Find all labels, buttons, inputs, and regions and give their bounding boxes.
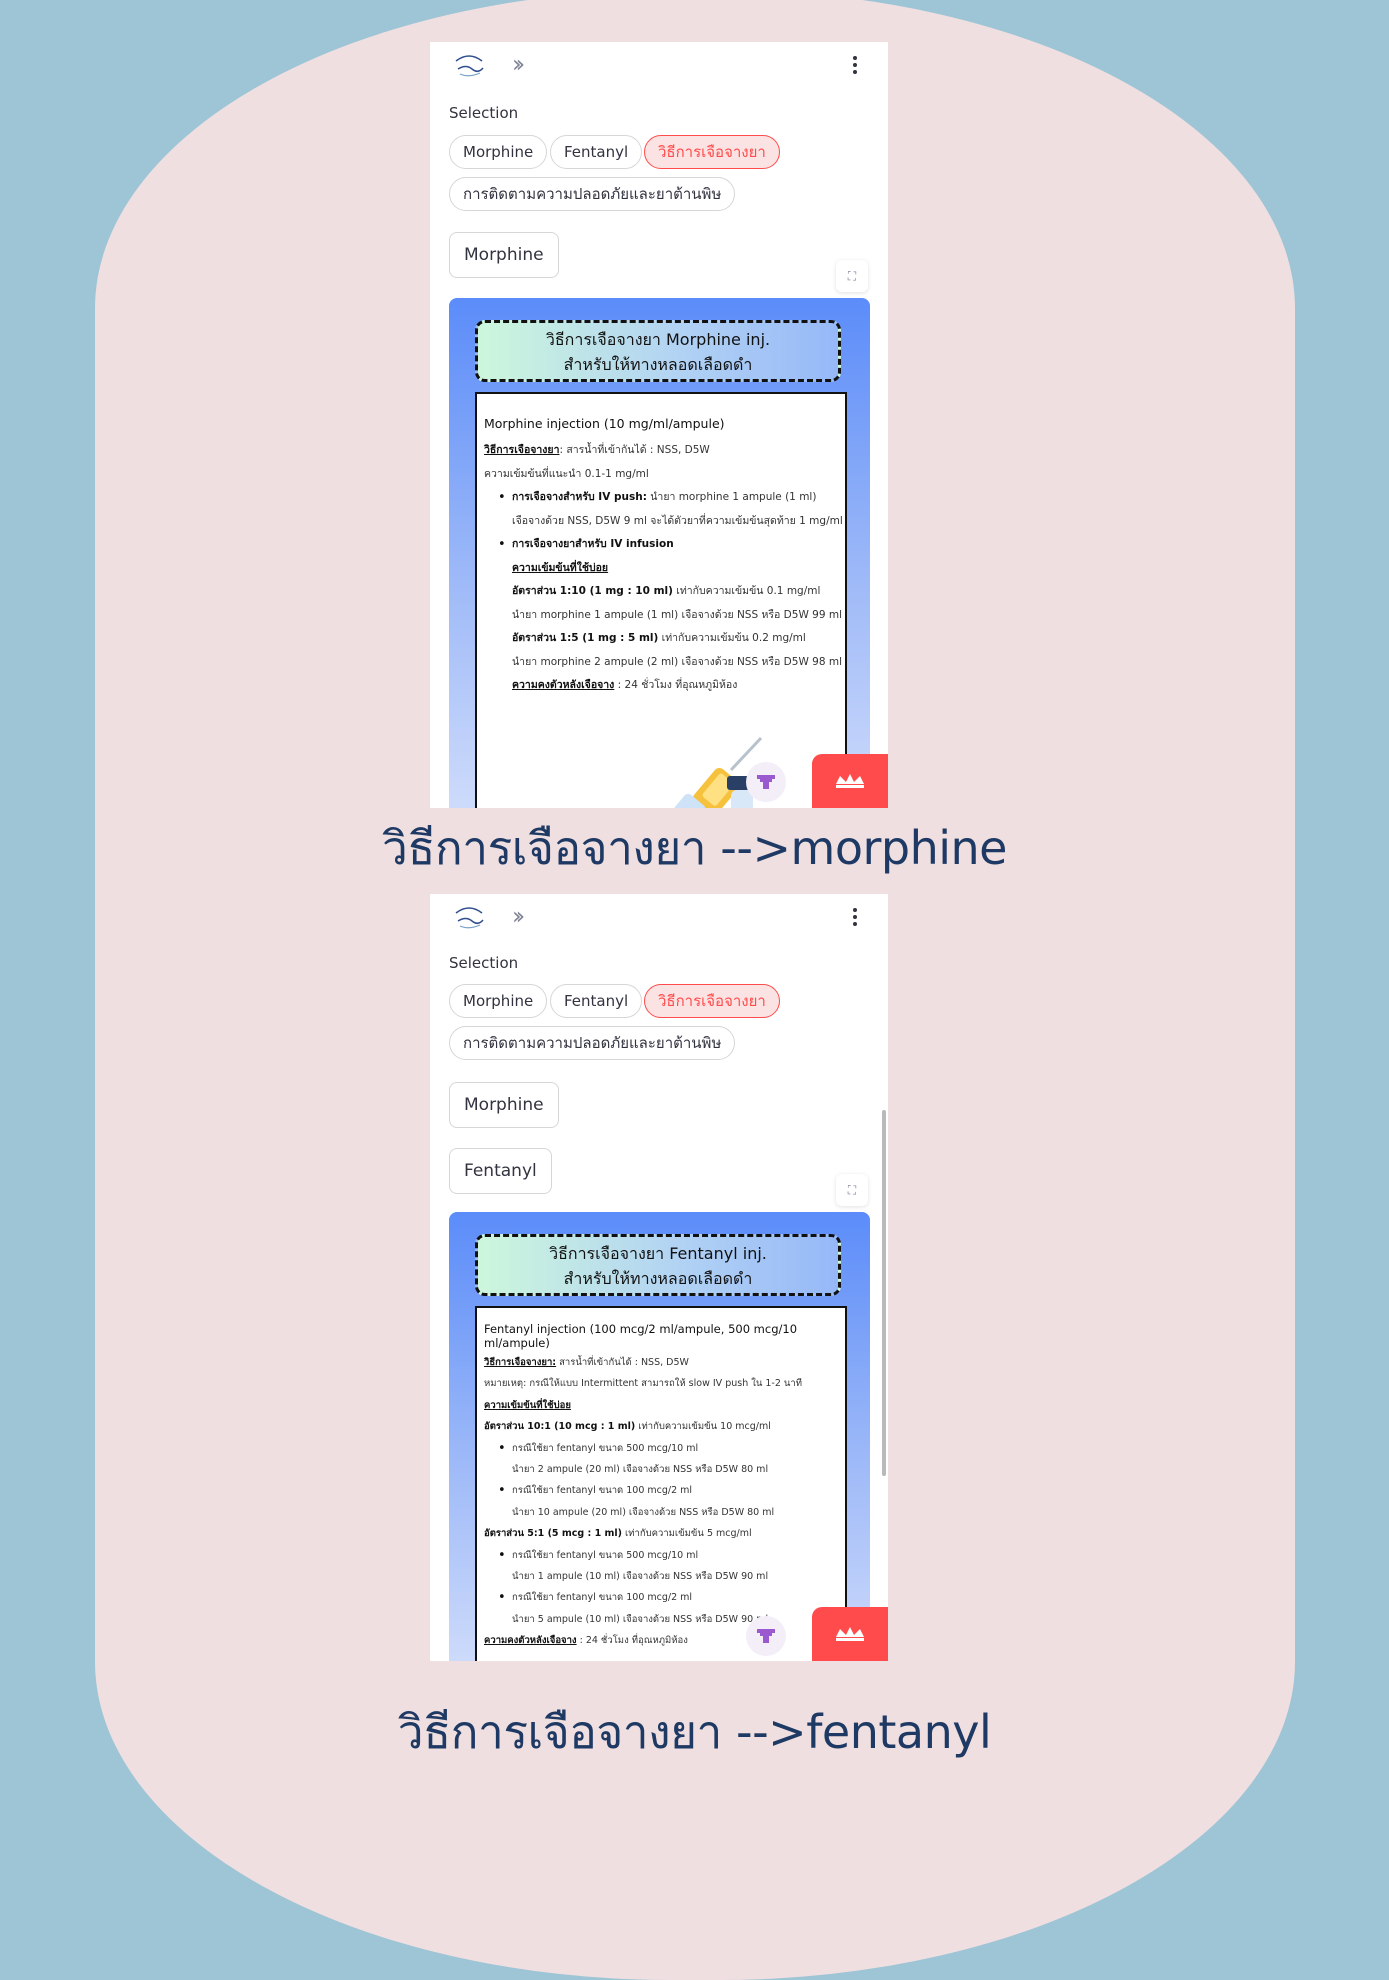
streamlit-fab-icon [757, 775, 775, 789]
ratio-2-line: อัตราส่วน 5:1 (5 mcg : 1 ml) เท่ากับความ… [484, 1528, 752, 1540]
ratio-1-line: อัตราส่วน 1:10 (1 mg : 10 ml) เท่ากับควา… [512, 585, 821, 597]
crown-icon [836, 1627, 864, 1641]
card-title: วิธีการเจือจางยา Fentanyl inj. สำหรับให้… [475, 1234, 841, 1296]
ratio-2-cont: นำยา morphine 2 ampule (2 ml) เจือจางด้ว… [512, 655, 843, 668]
card-body: Morphine injection (10 mg/ml/ampule) วิธ… [475, 392, 847, 808]
expand-sidebar-icon[interactable]: ›› [512, 904, 525, 928]
card-title-line1: วิธีการเจือจางยา Morphine inj. [545, 330, 771, 349]
streamlit-fab[interactable] [746, 762, 786, 802]
morphine-button[interactable]: Morphine [449, 1082, 559, 1128]
pill-safety-monitoring[interactable]: การติดตามความปลอดภัยและยาต้านพิษ [449, 1026, 736, 1060]
body-title: Fentanyl injection (100 mcg/2 ml/ampule,… [484, 1322, 798, 1350]
stability-line: ความคงตัวหลังเจือจาง : 24 ชั่วโมง ที่อุณ… [512, 679, 738, 691]
morphine-screenshot: ›› Selection Morphine Fentanyl วิธีการเจ… [430, 42, 888, 808]
caption-fentanyl: วิธีการเจือจางยา -->fentanyl [397, 1705, 992, 1759]
pill-fentanyl[interactable]: Fentanyl [550, 984, 643, 1018]
card-title-line1: วิธีการเจือจางยา Fentanyl inj. [549, 1244, 767, 1263]
iv-push-item: การเจือจางสำหรับ IV push: นำยา morphine … [484, 486, 838, 510]
ratio-1-item-2-cont: นำยา 10 ampule (20 ml) เจือจางด้วย NSS ห… [512, 1506, 775, 1518]
ratio-2-item-2: กรณีใช้ยา fentanyl ขนาด 100 mcg/2 ml [484, 1587, 838, 1609]
ratio-2-item-1-cont: นำยา 1 ampule (10 ml) เจือจางด้วย NSS หร… [512, 1571, 769, 1583]
crown-button[interactable] [812, 754, 888, 808]
card-body: Fentanyl injection (100 mcg/2 ml/ampule,… [475, 1306, 847, 1661]
ratio-2-line: อัตราส่วน 1:5 (1 mg : 5 ml) เท่ากับความเ… [512, 632, 806, 644]
selection-label: Selection [449, 954, 519, 972]
recommended-conc: ความเข้มข้นที่แนะนำ 0.1-1 mg/ml [484, 467, 649, 480]
fullscreen-icon[interactable]: ⛶ [836, 1174, 868, 1206]
diluent-line: วิธีการเจือจางยา: สารน้ำที่เข้ากันได้ : … [484, 1357, 689, 1368]
card-title-line2: สำหรับให้ทางหลอดเลือดดำ [563, 1269, 753, 1288]
ratio-1-item-2: กรณีใช้ยา fentanyl ขนาด 100 mcg/2 ml [484, 1480, 838, 1502]
ratio-1-item-1-cont: นำยา 2 ampule (20 ml) เจือจางด้วย NSS หร… [512, 1464, 769, 1476]
ratio-2-item-1: กรณีใช้ยา fentanyl ขนาด 500 mcg/10 ml [484, 1545, 838, 1567]
selection-label: Selection [449, 104, 519, 122]
body-title: Morphine injection (10 mg/ml/ampule) [484, 416, 725, 431]
diluent-line: วิธีการเจือจางยา: สารน้ำที่เข้ากันได้ : … [484, 444, 710, 456]
streamlit-fab[interactable] [746, 1616, 786, 1656]
common-conc-label: ความเข้มข้นที่ใช้บ่อย [512, 561, 609, 574]
dilution-card: วิธีการเจือจางยา Morphine inj. สำหรับให้… [449, 298, 870, 808]
logo-icon [455, 55, 484, 77]
card-title-line2: สำหรับให้ทางหลอดเลือดดำ [563, 355, 753, 374]
pill-morphine[interactable]: Morphine [449, 135, 548, 169]
card-title: วิธีการเจือจางยา Morphine inj. สำหรับให้… [475, 320, 841, 382]
streamlit-fab-icon [757, 1629, 775, 1643]
pill-dilution-active[interactable]: วิธีการเจือจางยา [644, 984, 780, 1018]
dilution-card: วิธีการเจือจางยา Fentanyl inj. สำหรับให้… [449, 1212, 870, 1661]
iv-push-cont: เจือจางด้วย NSS, D5W 9 ml จะได้ตัวยาที่ค… [512, 514, 843, 527]
ratio-1-cont: นำยา morphine 1 ampule (1 ml) เจือจางด้ว… [512, 608, 843, 621]
pill-safety-monitoring[interactable]: การติดตามความปลอดภัยและยาต้านพิษ [449, 177, 736, 211]
top-bar: ›› [430, 42, 888, 88]
morphine-button[interactable]: Morphine [449, 232, 559, 278]
crown-icon [836, 774, 864, 788]
common-conc-label: ความเข้มข้นที่ใช้บ่อย [484, 1399, 571, 1411]
expand-sidebar-icon[interactable]: ›› [512, 52, 525, 76]
fentanyl-screenshot: ›› Selection Morphine Fentanyl วิธีการเจ… [430, 894, 888, 1661]
kebab-menu-icon[interactable] [852, 908, 858, 928]
crown-button[interactable] [812, 1607, 888, 1661]
ratio-1-line: อัตราส่วน 10:1 (10 mcg : 1 ml) เท่ากับคว… [484, 1421, 771, 1433]
pill-morphine[interactable]: Morphine [449, 984, 548, 1018]
top-bar: ›› [430, 894, 888, 940]
iv-infusion-item: การเจือจางยาสำหรับ IV infusion [484, 533, 838, 557]
ratio-1-item-1: กรณีใช้ยา fentanyl ขนาด 500 mcg/10 ml [484, 1438, 838, 1460]
logo-icon [455, 907, 484, 929]
fentanyl-button[interactable]: Fentanyl [449, 1148, 552, 1194]
pill-dilution-active[interactable]: วิธีการเจือจางยา [644, 135, 780, 169]
kebab-menu-icon[interactable] [852, 56, 858, 76]
scrollbar[interactable] [882, 1110, 886, 1476]
caption-morphine: วิธีการเจือจางยา -->morphine [382, 821, 1007, 875]
note-line: หมายเหตุ: กรณีให้แบบ Intermittent สามารถ… [484, 1378, 803, 1390]
pill-fentanyl[interactable]: Fentanyl [550, 135, 643, 169]
fullscreen-icon[interactable]: ⛶ [836, 260, 868, 292]
